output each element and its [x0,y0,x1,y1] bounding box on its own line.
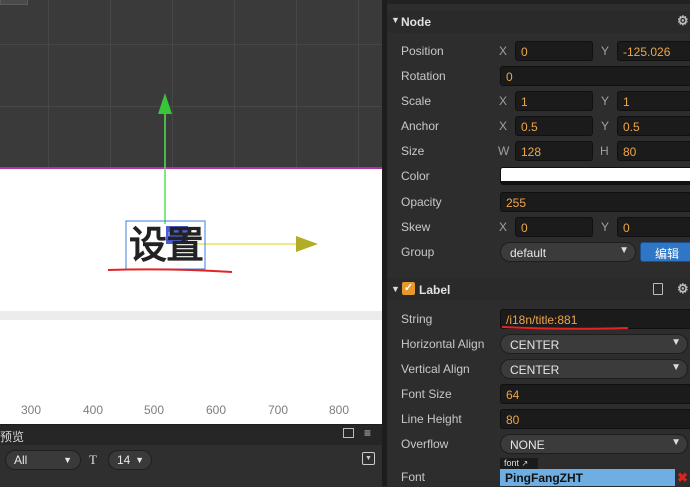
ruler-tick: 400 [83,403,104,417]
chevron-down-icon: ▼ [63,455,72,465]
chevron-down-icon: ▼ [135,455,144,465]
font-size-icon: T [89,452,97,467]
red-underline-annotation [501,326,629,330]
font-size-value: 14 [117,453,131,467]
scale-y-field[interactable]: 1 [617,91,690,111]
overflow-label: Overflow [401,437,449,451]
font-asset-tag: font ↗ [500,458,538,469]
horizontal-align-label: Horizontal Align [401,337,485,351]
enabled-checkbox[interactable]: ✓ [402,282,415,295]
group-edit-button[interactable]: 编辑 [640,242,690,262]
menu-icon[interactable]: ≡ [364,426,371,440]
chevron-down-icon: ▼ [671,437,681,448]
inspector-panel: ▼ Node ⚙ Position X 0 Y -125.026 Rotatio… [387,0,690,486]
group-select[interactable]: default ▼ [500,242,636,262]
clear-font-icon[interactable]: ✖ [677,470,688,486]
link-icon: ↗ [521,459,529,468]
scale-label: Scale [401,94,432,108]
chevron-down-icon: ▼ [619,245,629,256]
group-value: default [510,246,547,260]
vertical-align-label: Vertical Align [401,362,470,376]
y-axis-label: Y [601,44,610,58]
horizontal-align-value: CENTER [510,338,560,352]
node-section-header[interactable]: ▼ Node ⚙ [387,11,690,33]
red-underline-annotation [107,268,233,273]
x-axis-label: X [499,44,508,58]
log-filter-select[interactable]: All ▼ [5,450,81,470]
x-axis-arrow-icon [296,236,318,252]
vertical-align-value: CENTER [510,363,560,377]
vertical-align-select[interactable]: CENTER ▼ [500,359,688,379]
gear-icon[interactable]: ⚙ [677,281,689,297]
gear-icon[interactable]: ⚙ [677,13,689,29]
group-label: Group [401,245,435,259]
opacity-field[interactable]: 255 [500,192,690,212]
label-section-title: Label [419,283,451,297]
font-asset-tag-text: font [504,458,520,468]
transform-gizmo[interactable] [0,0,382,424]
skew-y-field[interactable]: 0 [617,217,690,237]
node-section-title: Node [401,15,431,29]
horizontal-align-select[interactable]: CENTER ▼ [500,334,688,354]
line-height-field[interactable]: 80 [500,409,690,429]
ruler-tick: 600 [206,403,227,417]
collapse-triangle-icon[interactable]: ▼ [391,284,400,294]
line-height-label: Line Height [401,412,462,426]
collapse-icon[interactable]: ▼ [362,452,375,465]
popout-icon[interactable] [343,428,354,438]
anchor-label: Anchor [401,119,440,133]
opacity-label: Opacity [401,195,442,209]
skew-x-field[interactable]: 0 [515,217,593,237]
size-height-field[interactable]: 80 [617,141,690,161]
overflow-value: NONE [510,438,545,452]
string-label: String [401,312,433,326]
y-axis-label: Y [601,119,610,133]
anchor-y-field[interactable]: 0.5 [617,116,690,136]
position-label: Position [401,44,444,58]
font-size-select[interactable]: 14 ▼ [108,450,152,470]
font-label: Font [401,470,426,484]
color-label: Color [401,169,430,183]
collapse-triangle-icon[interactable]: ▼ [391,15,400,25]
console-header: 预览 ≡ [0,425,382,445]
chevron-down-icon: ▼ [671,362,681,373]
size-width-field[interactable]: 128 [515,141,593,161]
ruler-tick: 700 [268,403,289,417]
ruler-tick: 500 [144,403,165,417]
position-x-field[interactable]: 0 [515,41,593,61]
ruler-tick: 800 [329,403,350,417]
y-axis-label: Y [601,94,610,108]
log-filter-value: All [14,453,28,467]
position-y-field[interactable]: -125.026 [617,41,690,61]
x-axis-label: X [499,220,508,234]
overflow-select[interactable]: NONE ▼ [500,434,688,454]
label-section-header[interactable]: ▼ ✓ Label ⚙ [387,278,690,300]
rotation-label: Rotation [401,69,446,83]
scene-view[interactable]: 设置 300 400 500 600 700 800 [0,0,382,424]
book-icon[interactable] [653,283,663,295]
height-axis-label: H [600,144,609,158]
ruler-tick: 300 [21,403,42,417]
console-panel: 预览 ≡ All ▼ T 14 ▼ ▼ [0,424,382,487]
skew-label: Skew [401,220,431,234]
font-size-label: Font Size [401,387,452,401]
size-label: Size [401,144,425,158]
chevron-down-icon: ▼ [671,337,681,348]
x-axis-label: X [499,94,508,108]
x-axis-label: X [499,119,508,133]
color-swatch[interactable] [500,167,690,185]
font-asset-field[interactable]: PingFangZHT [500,469,675,486]
anchor-x-field[interactable]: 0.5 [515,116,593,136]
scene-label-text[interactable]: 设置 [126,222,206,268]
scale-x-field[interactable]: 1 [515,91,593,111]
y-axis-arrow-icon [158,93,172,114]
width-axis-label: W [498,144,510,158]
y-axis-label: Y [601,220,610,234]
rotation-field[interactable]: 0 [500,66,690,86]
console-title: 预览 [0,430,25,444]
font-size-field[interactable]: 64 [500,384,690,404]
